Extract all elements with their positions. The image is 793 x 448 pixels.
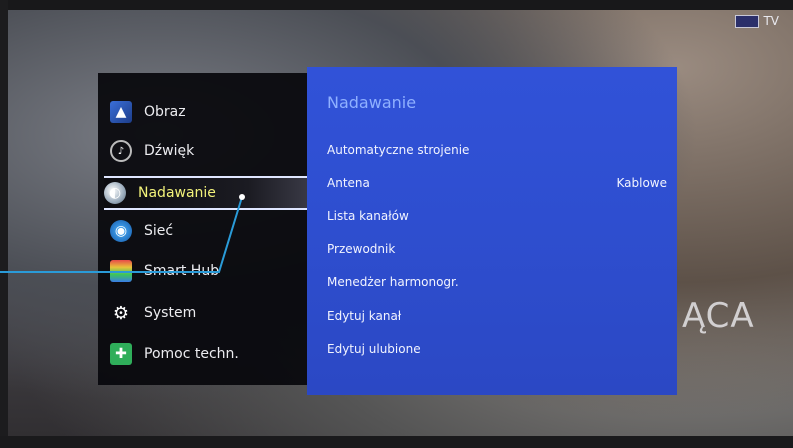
submenu-panel: Nadawanie Automatyczne strojenie Antena …: [307, 67, 677, 395]
menu-item-label: System: [144, 305, 197, 321]
background-broadcast-text: ĄCA: [682, 296, 755, 336]
menu-item-label: Smart Hub: [144, 263, 220, 279]
option-edytuj-kanal[interactable]: Edytuj kanał: [327, 309, 667, 323]
menu-item-label: Dźwięk: [144, 143, 195, 159]
option-label: Lista kanałów: [327, 209, 409, 223]
option-przewodnik[interactable]: Przewodnik: [327, 242, 667, 256]
option-label: Menedżer harmonogr.: [327, 275, 459, 289]
gear-icon: ⚙: [112, 302, 130, 324]
menu-item-label: Obraz: [144, 104, 186, 120]
menu-item-siec[interactable]: ◉ Sieć: [110, 216, 310, 246]
option-automatyczne-strojenie[interactable]: Automatyczne strojenie: [327, 143, 667, 157]
menu-item-nadawanie[interactable]: ◐ Nadawanie: [104, 176, 310, 210]
option-label: Automatyczne strojenie: [327, 143, 470, 157]
menu-item-system[interactable]: ⚙ System: [110, 298, 310, 328]
tv-bezel-top: [0, 0, 793, 10]
settings-menu: ▲ Obraz ♪ Dźwięk ◐ Nadawanie ◉ Sieć Smar…: [98, 73, 312, 385]
menu-item-label: Pomoc techn.: [144, 346, 239, 362]
tv-screen-icon: [735, 14, 760, 28]
tv-bezel-left: [0, 0, 8, 448]
option-label: Edytuj ulubione: [327, 342, 421, 356]
network-icon: ◉: [110, 220, 132, 242]
tv-badge-label: TV: [763, 14, 779, 28]
option-label: Edytuj kanał: [327, 309, 402, 323]
broadcast-icon: ◐: [104, 182, 126, 204]
option-menedzer-harmonogr[interactable]: Menedżer harmonogr.: [327, 275, 667, 289]
picture-icon: ▲: [110, 101, 132, 123]
menu-item-label: Nadawanie: [138, 185, 216, 201]
menu-item-label: Sieć: [144, 223, 174, 239]
option-label: Przewodnik: [327, 242, 396, 256]
option-value: Kablowe: [616, 176, 667, 190]
option-antena[interactable]: Antena Kablowe: [327, 176, 667, 190]
tv-source-badge: TV: [735, 14, 779, 28]
menu-item-dzwiek[interactable]: ♪ Dźwięk: [110, 136, 310, 166]
option-edytuj-ulubione[interactable]: Edytuj ulubione: [327, 342, 667, 356]
option-lista-kanalow[interactable]: Lista kanałów: [327, 209, 667, 223]
menu-item-obraz[interactable]: ▲ Obraz: [110, 97, 310, 127]
menu-item-pomoc[interactable]: ✚ Pomoc techn.: [110, 339, 310, 369]
option-label: Antena: [327, 176, 370, 190]
menu-item-smart-hub[interactable]: Smart Hub: [110, 256, 310, 286]
panel-title: Nadawanie: [327, 93, 417, 112]
tv-bezel-bottom: [0, 436, 793, 448]
support-icon: ✚: [110, 343, 132, 365]
sound-icon: ♪: [110, 140, 132, 162]
smart-hub-icon: [110, 260, 132, 282]
